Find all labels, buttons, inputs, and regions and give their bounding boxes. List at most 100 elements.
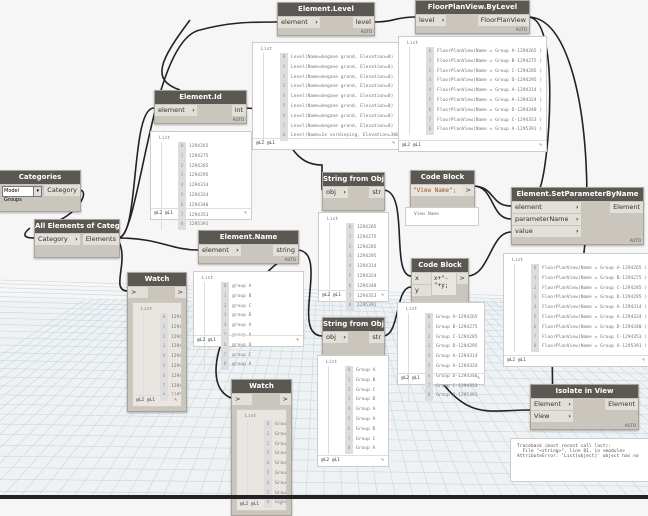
list-header: List bbox=[326, 360, 338, 365]
pin-icon[interactable]: ✎ bbox=[642, 356, 645, 366]
node-title[interactable]: Isolate in View bbox=[531, 385, 638, 398]
node-title[interactable]: Watch bbox=[128, 273, 186, 286]
list-item: 2 Group C-1294285 bbox=[408, 332, 484, 343]
list-item: 51294324 bbox=[329, 271, 388, 282]
node-title[interactable]: Code Block bbox=[412, 259, 468, 272]
lacing-auto[interactable] bbox=[35, 245, 119, 257]
output-port[interactable]: > bbox=[279, 394, 291, 405]
input-port[interactable]: value › bbox=[512, 226, 581, 237]
lacing-auto[interactable] bbox=[323, 198, 384, 210]
output-port[interactable]: > bbox=[462, 185, 474, 196]
lacing-auto[interactable]: AUTO bbox=[416, 26, 529, 33]
list-item: 7 FloorPlanView(Name = Group C-1294353 ) bbox=[514, 332, 648, 343]
inputs: element › bbox=[155, 104, 197, 116]
input-port[interactable]: x bbox=[412, 273, 431, 284]
output-port[interactable]: str bbox=[369, 332, 384, 343]
output-port[interactable]: Element bbox=[610, 202, 643, 213]
all-elements-node[interactable]: All Elements of Category Category › Element… bbox=[34, 219, 120, 258]
floorplan-bylevel-node[interactable]: FloorPlanView.ByLevel level › FloorPlanView… bbox=[415, 0, 530, 34]
input-port[interactable]: Category › bbox=[35, 234, 80, 245]
output-port[interactable]: level bbox=[352, 17, 374, 28]
set-param-preview: List 0 FloorPlanView(Name = Group A-129426… bbox=[503, 253, 648, 367]
output-port[interactable]: Element bbox=[605, 399, 638, 410]
list-index: 0 bbox=[426, 47, 434, 57]
node-title[interactable]: All Elements of Category bbox=[35, 220, 119, 233]
node-title[interactable]: Element.SetParameterByName bbox=[512, 188, 643, 201]
lacing-auto[interactable]: AUTO bbox=[531, 422, 638, 429]
input-port[interactable]: y bbox=[412, 285, 431, 296]
list-item: 51294324 bbox=[143, 361, 181, 372]
list-item: 0 group A bbox=[204, 282, 303, 292]
lacing-auto[interactable] bbox=[323, 343, 384, 355]
input-port[interactable]: level › bbox=[416, 15, 447, 26]
input-port[interactable]: element › bbox=[278, 17, 320, 28]
pin-icon[interactable]: ✎ bbox=[392, 139, 395, 149]
categories-node[interactable]: Categories Model Groups ▾ Category bbox=[0, 170, 81, 212]
input-port[interactable]: element › bbox=[155, 105, 197, 116]
node-title[interactable]: Watch bbox=[232, 380, 291, 393]
node-title[interactable]: Element.Name bbox=[199, 231, 298, 244]
output-port[interactable]: Category bbox=[44, 185, 80, 196]
lacing-auto[interactable]: AUTO bbox=[512, 237, 643, 244]
pin-icon[interactable]: ✎ bbox=[244, 209, 247, 219]
input-port[interactable]: View › bbox=[531, 411, 573, 422]
output-port[interactable]: > bbox=[174, 287, 186, 298]
set-param-node[interactable]: Element.SetParameterByName element › parame… bbox=[511, 187, 644, 245]
isolate-node[interactable]: Isolate in View Element › View › Element AUTO bbox=[530, 384, 639, 430]
input-port[interactable]: element › bbox=[199, 245, 241, 256]
input-port[interactable]: element › bbox=[512, 202, 581, 213]
list-item-value: group A bbox=[232, 284, 252, 289]
output-port[interactable]: int bbox=[231, 105, 246, 116]
pin-icon[interactable]: ✎ bbox=[174, 396, 177, 406]
pin-icon[interactable]: ✎ bbox=[279, 500, 282, 510]
input-port[interactable]: Element › bbox=[531, 399, 573, 410]
string-obj2-node[interactable]: String from Object obj › str bbox=[322, 317, 385, 356]
node-ports: level › FloorPlanView bbox=[416, 14, 529, 26]
node-title[interactable]: String from Object bbox=[323, 318, 384, 331]
output-port[interactable]: Elements bbox=[82, 234, 119, 245]
node-title[interactable]: Element.Id bbox=[155, 91, 246, 104]
input-port[interactable]: obj › bbox=[323, 187, 348, 198]
pin-icon[interactable]: ✎ bbox=[381, 291, 384, 301]
code-editor[interactable]: x+"-"+y; bbox=[431, 273, 456, 295]
string-obj1-node[interactable]: String from Object obj › str bbox=[322, 172, 385, 211]
category-dropdown[interactable]: Model Groups ▾ bbox=[2, 186, 43, 203]
output-port[interactable]: > bbox=[456, 273, 468, 284]
watch1-node[interactable]: Watch>>List01294265112942752129428531294… bbox=[127, 272, 187, 412]
node-title[interactable]: String from Object bbox=[323, 173, 384, 186]
list-levels-label: @L2 @L1 bbox=[402, 143, 421, 148]
lacing-auto[interactable]: AUTO bbox=[278, 28, 374, 35]
output-port[interactable]: str bbox=[369, 187, 384, 198]
node-title[interactable]: Categories bbox=[0, 171, 80, 184]
input-port[interactable]: obj › bbox=[323, 332, 348, 343]
element-name-node[interactable]: Element.Name element › string AUTO bbox=[198, 230, 299, 264]
code-editor[interactable]: "View Name"; bbox=[411, 185, 463, 196]
list-item-value: Group A-1294314 bbox=[436, 354, 478, 360]
lacing-auto[interactable]: AUTO bbox=[155, 116, 246, 123]
pin-icon[interactable]: ✎ bbox=[539, 141, 542, 151]
list-item-value: FloorPlanView(Name = Group A-1294265 ) bbox=[437, 49, 543, 54]
list-item: 6 Level(Name=begane grond, Elevation=0) bbox=[263, 111, 399, 122]
inputs: > bbox=[128, 286, 149, 298]
pin-icon[interactable]: ✎ bbox=[296, 336, 299, 346]
input-port[interactable]: parameterName › bbox=[512, 214, 581, 225]
list-item: 4 group A bbox=[204, 321, 303, 331]
node-title[interactable]: Element.Level bbox=[278, 3, 374, 16]
list-index: 2 bbox=[346, 242, 354, 253]
output-port[interactable]: string bbox=[273, 245, 298, 256]
output-port[interactable]: FloorPlanView bbox=[477, 15, 529, 26]
pin-icon[interactable]: ✎ bbox=[477, 374, 480, 384]
node-title[interactable]: Code Block bbox=[411, 171, 474, 184]
list-item-value: Group A bbox=[275, 470, 286, 476]
node-ports: x y x+"-"+y; > bbox=[412, 272, 468, 296]
node-title[interactable]: FloorPlanView.ByLevel bbox=[416, 1, 529, 14]
list-index: 0 bbox=[425, 313, 433, 323]
list-index: 6 bbox=[345, 424, 353, 435]
input-port[interactable]: > bbox=[128, 287, 149, 298]
list-item-value: Group A bbox=[356, 407, 376, 413]
element-level-node[interactable]: Element.Level element › level AUTO bbox=[277, 2, 375, 36]
element-id-node[interactable]: Element.Id element › int AUTO bbox=[154, 90, 247, 124]
lacing-auto[interactable]: AUTO bbox=[199, 256, 298, 263]
input-port[interactable]: > bbox=[232, 394, 253, 405]
pin-icon[interactable]: ✎ bbox=[381, 456, 384, 466]
